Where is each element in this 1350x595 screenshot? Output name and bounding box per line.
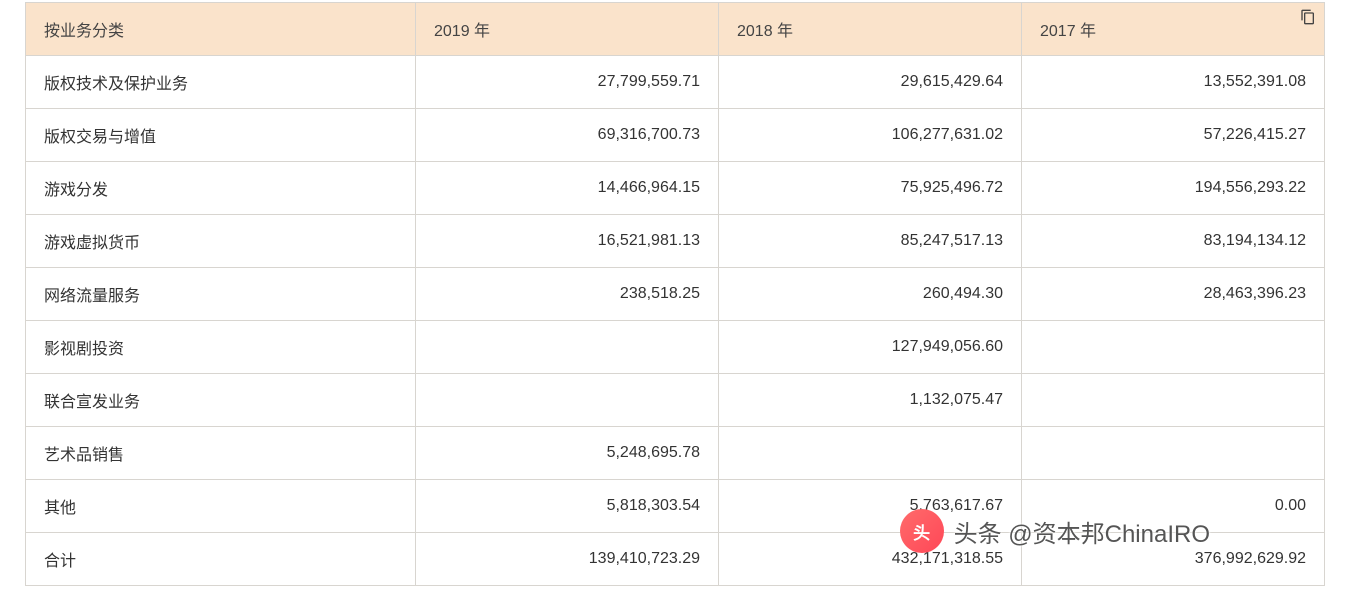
cell-y2018: 5,763,617.67: [719, 480, 1022, 533]
cell-y2017: 376,992,629.92: [1022, 533, 1325, 586]
data-table-container: 按业务分类 2019 年 2018 年 2017 年 版权技术及保护业务27,7…: [25, 0, 1325, 586]
table-header-row: 按业务分类 2019 年 2018 年 2017 年: [26, 3, 1325, 56]
col-header-2017: 2017 年: [1022, 3, 1325, 56]
row-label: 游戏分发: [26, 162, 416, 215]
table-row: 其他5,818,303.545,763,617.670.00: [26, 480, 1325, 533]
cell-y2019: 5,818,303.54: [416, 480, 719, 533]
cell-y2019: [416, 374, 719, 427]
cell-y2019: 16,521,981.13: [416, 215, 719, 268]
row-label: 合计: [26, 533, 416, 586]
cell-y2019: 5,248,695.78: [416, 427, 719, 480]
table-row: 影视剧投资 127,949,056.60: [26, 321, 1325, 374]
table-row: 版权交易与增值69,316,700.73106,277,631.0257,226…: [26, 109, 1325, 162]
cell-y2019: 27,799,559.71: [416, 56, 719, 109]
row-label: 其他: [26, 480, 416, 533]
row-label: 影视剧投资: [26, 321, 416, 374]
cell-y2018: [719, 427, 1022, 480]
col-header-category: 按业务分类: [26, 3, 416, 56]
cell-y2018: 127,949,056.60: [719, 321, 1022, 374]
cell-y2017: [1022, 374, 1325, 427]
table-row: 联合宣发业务 1,132,075.47: [26, 374, 1325, 427]
row-label: 游戏虚拟货币: [26, 215, 416, 268]
cell-y2018: 29,615,429.64: [719, 56, 1022, 109]
table-row: 游戏虚拟货币16,521,981.1385,247,517.1383,194,1…: [26, 215, 1325, 268]
cell-y2018: 106,277,631.02: [719, 109, 1022, 162]
copy-icon[interactable]: [1300, 9, 1316, 25]
cell-y2017: 57,226,415.27: [1022, 109, 1325, 162]
cell-y2017: 0.00: [1022, 480, 1325, 533]
table-row: 网络流量服务238,518.25260,494.3028,463,396.23: [26, 268, 1325, 321]
row-label: 网络流量服务: [26, 268, 416, 321]
row-label: 艺术品销售: [26, 427, 416, 480]
cell-y2018: 260,494.30: [719, 268, 1022, 321]
cell-y2019: 14,466,964.15: [416, 162, 719, 215]
col-header-2019: 2019 年: [416, 3, 719, 56]
row-label: 版权交易与增值: [26, 109, 416, 162]
row-label: 版权技术及保护业务: [26, 56, 416, 109]
col-header-2017-label: 2017 年: [1040, 23, 1096, 40]
cell-y2018: 1,132,075.47: [719, 374, 1022, 427]
cell-y2018: 432,171,318.55: [719, 533, 1022, 586]
cell-y2019: 238,518.25: [416, 268, 719, 321]
cell-y2019: 139,410,723.29: [416, 533, 719, 586]
table-body: 版权技术及保护业务27,799,559.7129,615,429.6413,55…: [26, 56, 1325, 586]
cell-y2019: 69,316,700.73: [416, 109, 719, 162]
table-row: 合计139,410,723.29432,171,318.55376,992,62…: [26, 533, 1325, 586]
col-header-2018: 2018 年: [719, 3, 1022, 56]
business-revenue-table: 按业务分类 2019 年 2018 年 2017 年 版权技术及保护业务27,7…: [25, 2, 1325, 586]
cell-y2019: [416, 321, 719, 374]
cell-y2017: 83,194,134.12: [1022, 215, 1325, 268]
cell-y2018: 85,247,517.13: [719, 215, 1022, 268]
cell-y2018: 75,925,496.72: [719, 162, 1022, 215]
cell-y2017: [1022, 427, 1325, 480]
cell-y2017: 28,463,396.23: [1022, 268, 1325, 321]
table-row: 艺术品销售5,248,695.78: [26, 427, 1325, 480]
cell-y2017: 13,552,391.08: [1022, 56, 1325, 109]
cell-y2017: 194,556,293.22: [1022, 162, 1325, 215]
row-label: 联合宣发业务: [26, 374, 416, 427]
table-row: 版权技术及保护业务27,799,559.7129,615,429.6413,55…: [26, 56, 1325, 109]
cell-y2017: [1022, 321, 1325, 374]
table-row: 游戏分发14,466,964.1575,925,496.72194,556,29…: [26, 162, 1325, 215]
